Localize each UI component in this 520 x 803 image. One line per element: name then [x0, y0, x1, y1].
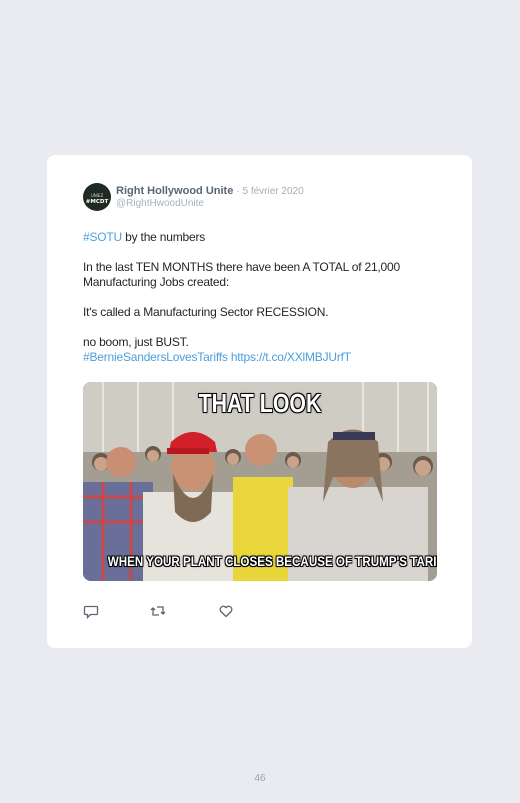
tweet-card: UNIEZ #MCDT Right Hollywood Unite · 5 fé…	[47, 155, 472, 648]
retweet-icon[interactable]	[150, 603, 166, 619]
tweet-paragraph-4: no boom, just BUST. #BernieSandersLovesT…	[83, 335, 433, 365]
hashtag-sotu[interactable]: #SOTU	[83, 230, 122, 244]
avatar-text-top: UNIEZ	[90, 193, 104, 198]
tweet-link[interactable]: https://t.co/XXlMBJUrfT	[231, 350, 351, 364]
tweet-paragraph-3: It's called a Manufacturing Sector RECES…	[83, 305, 329, 319]
tweet-paragraph-4-text: no boom, just BUST.	[83, 335, 189, 349]
tweet-date[interactable]: · 5 février 2020	[236, 186, 303, 197]
tweet-line-1: #SOTU by the numbers	[83, 230, 433, 245]
avatar-text-bottom: #MCDT	[85, 199, 109, 205]
tweet-line-1-rest: by the numbers	[122, 230, 206, 244]
hashtag-bernie[interactable]: #BernieSandersLovesTariffs	[83, 350, 228, 364]
heart-icon[interactable]	[218, 603, 234, 619]
reply-icon[interactable]	[83, 603, 99, 620]
tweet-paragraph-2: In the last TEN MONTHS there have been A…	[83, 260, 400, 289]
tweet-actions	[83, 603, 283, 620]
author-line: Right Hollywood Unite · 5 février 2020	[116, 185, 304, 197]
tweet-text: #SOTU by the numbers In the last TEN MON…	[83, 230, 433, 365]
tweet-header: UNIEZ #MCDT Right Hollywood Unite · 5 fé…	[83, 183, 443, 213]
meme-bottom-caption: WHEN YOUR PLANT CLOSES BECAUSE OF TRUMP'…	[107, 554, 437, 569]
page-number: 46	[254, 773, 266, 784]
meme-top-caption: THAT LOOK	[198, 388, 322, 418]
author-handle[interactable]: @RightHwoodUnite	[116, 198, 204, 209]
author-name[interactable]: Right Hollywood Unite	[116, 185, 233, 197]
tweet-image[interactable]: THAT LOOK WHEN YOUR PLANT CLOSES BECAUSE…	[83, 382, 437, 581]
avatar[interactable]: UNIEZ #MCDT	[83, 183, 111, 211]
